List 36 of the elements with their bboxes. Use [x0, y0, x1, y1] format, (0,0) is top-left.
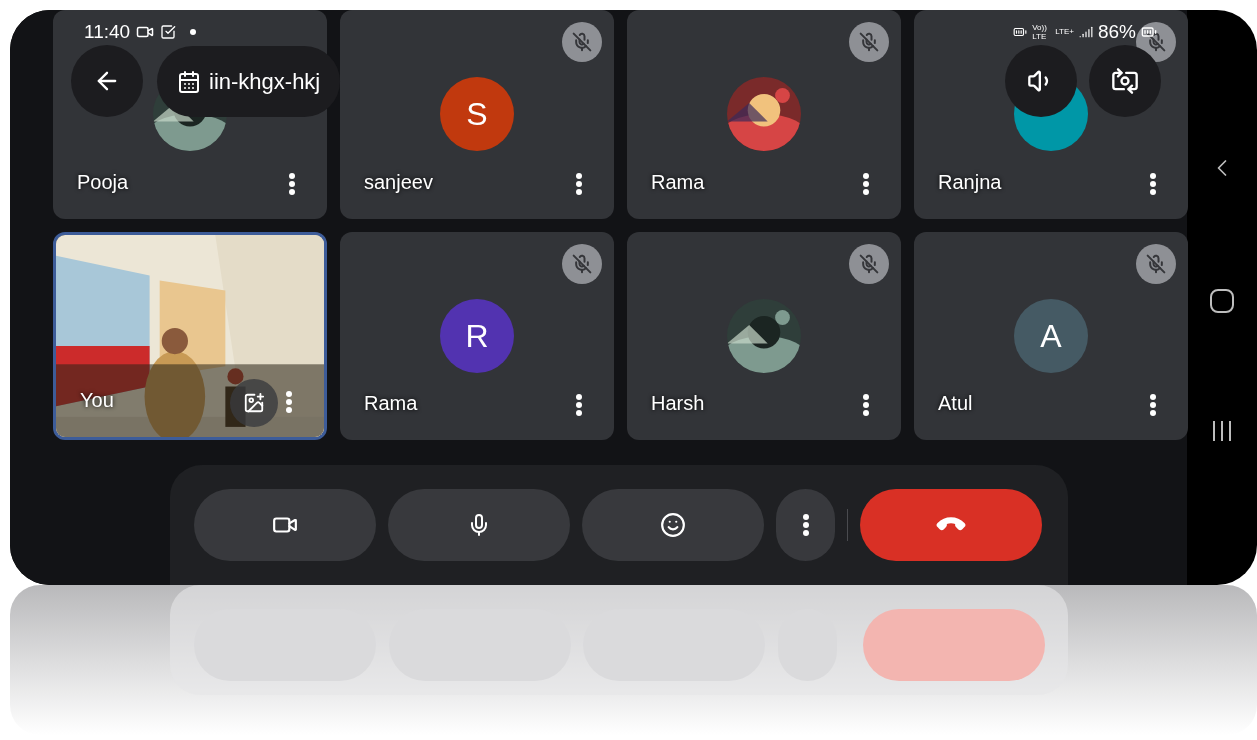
meeting-code-chip[interactable]: iin-khgx-hkj — [157, 46, 341, 117]
participant-name: Rama — [364, 391, 418, 416]
participant-name: Atul — [938, 391, 973, 416]
clock: 11:40 — [84, 20, 131, 44]
participant-tile[interactable]: Rama — [627, 10, 901, 219]
participant-tile[interactable]: A Atul — [914, 232, 1188, 440]
participant-name: Ranjna — [938, 170, 1002, 195]
home-icon[interactable] — [1210, 288, 1234, 313]
participant-name: sanjeev — [364, 170, 433, 195]
signal-icon — [1078, 25, 1093, 40]
more-options-icon[interactable] — [863, 173, 869, 195]
participant-name: Harsh — [651, 391, 705, 416]
more-options-icon[interactable] — [289, 173, 295, 195]
more-options-icon[interactable] — [576, 173, 582, 195]
participant-name: Pooja — [77, 170, 129, 195]
avatar-initial: R — [465, 317, 489, 356]
image-plus-icon — [243, 392, 265, 414]
switch-camera-icon — [1111, 67, 1139, 95]
network-label: Vo)) LTE — [1032, 23, 1048, 42]
participant-tile[interactable]: S sanjeev — [340, 10, 614, 219]
more-options-icon[interactable] — [1150, 394, 1156, 416]
participant-tile[interactable]: Harsh — [627, 232, 901, 440]
participant-tile[interactable]: R Rama — [340, 232, 614, 440]
more-options-icon[interactable] — [576, 394, 582, 416]
more-options-icon[interactable] — [1150, 173, 1156, 195]
more-options-icon[interactable] — [863, 394, 869, 416]
network-label: LTE+ — [1055, 26, 1074, 39]
check-icon — [160, 24, 177, 41]
smiley-icon — [660, 512, 686, 538]
avatar-initial: A — [1040, 317, 1062, 356]
avatar-initial: S — [466, 95, 488, 134]
more-icon — [802, 514, 809, 536]
recent-apps-icon[interactable] — [1211, 419, 1233, 442]
battery-level: 86% — [1097, 20, 1136, 44]
calendar-icon — [177, 69, 201, 94]
participant-name: Rama — [651, 170, 705, 195]
